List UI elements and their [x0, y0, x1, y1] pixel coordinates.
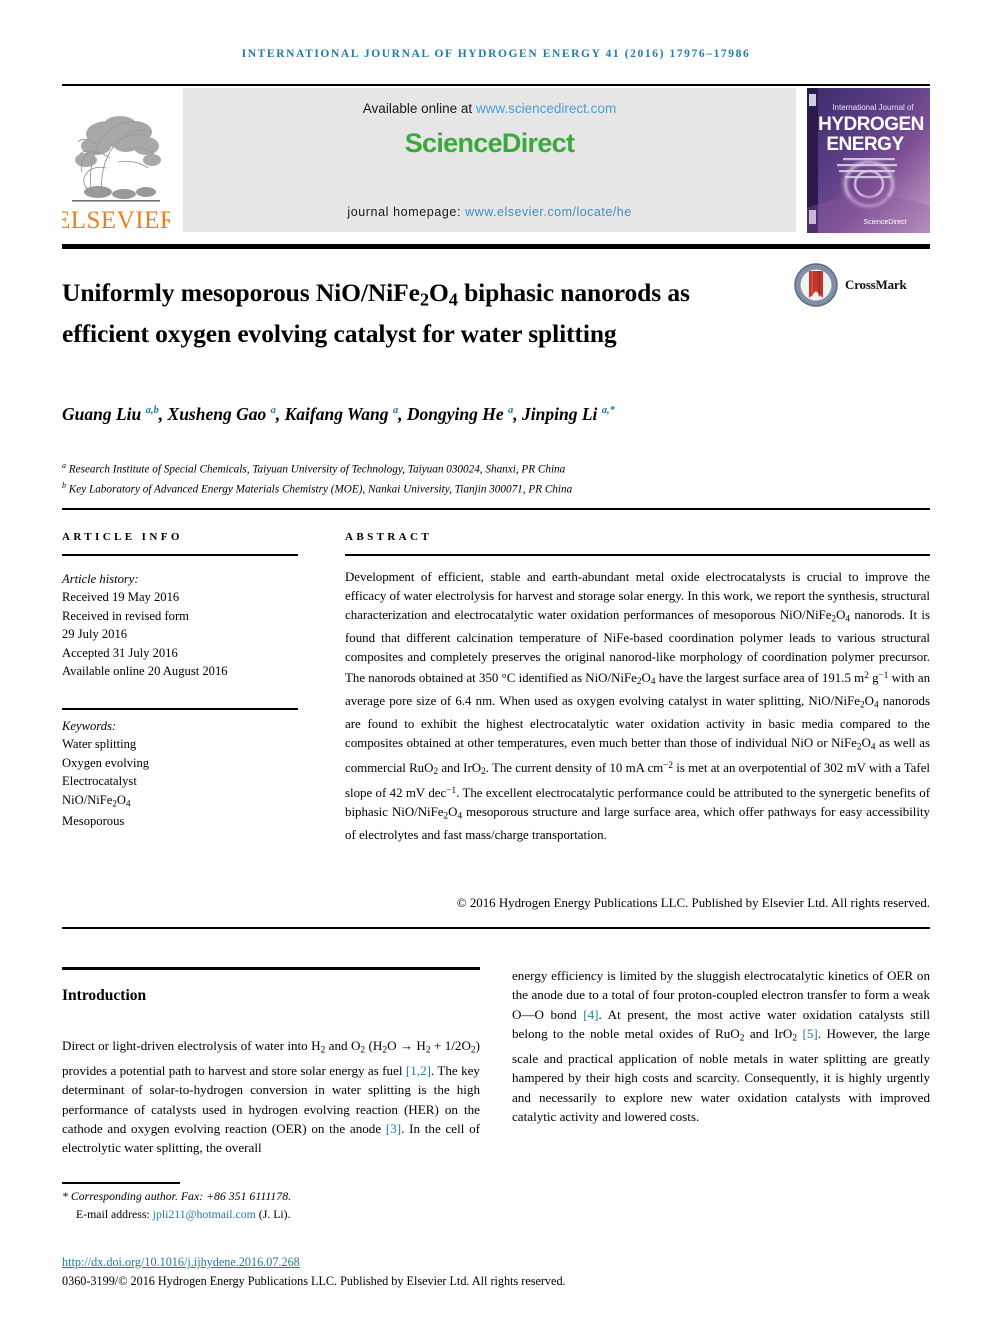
keywords-title: Keywords: — [62, 719, 117, 733]
journal-cover-thumbnail: International Journal of HYDROGEN ENERGY… — [807, 88, 930, 233]
history-item: Accepted 31 July 2016 — [62, 645, 178, 660]
keyword-item: Electrocatalyst — [62, 774, 137, 789]
author-list: Guang Liu a,b, Xusheng Gao a, Kaifang Wa… — [62, 403, 615, 424]
cover-line3: ENERGY — [826, 134, 904, 155]
cover-footer: ScienceDirect — [863, 219, 906, 226]
history-item: Received 19 May 2016 — [62, 590, 180, 605]
available-online-prefix: Available online at — [362, 101, 476, 116]
elsevier-logo: ELSEVIER — [62, 88, 170, 234]
keywords-list: Keywords: Water splitting Oxygen evolvin… — [62, 717, 312, 831]
corresponding-author-note: * Corresponding author. Fax: +86 351 611… — [62, 1189, 292, 1203]
affiliation-text: Key Laboratory of Advanced Energy Materi… — [68, 483, 573, 496]
email-suffix: (J. Li). — [255, 1206, 291, 1221]
sciencedirect-banner: Available online at www.sciencedirect.co… — [183, 88, 796, 232]
introduction-rule — [62, 967, 480, 970]
doi-link[interactable]: http://dx.doi.org/10.1016/j.ijhydene.201… — [62, 1255, 300, 1270]
masthead: ELSEVIER Available online at www.science… — [62, 86, 930, 234]
history-item: Received in revised form — [62, 608, 189, 623]
keywords-divider-rule — [62, 708, 298, 710]
keyword-item: Oxygen evolving — [62, 755, 150, 770]
affiliation-item: a Research Institute of Special Chemical… — [62, 458, 882, 478]
crossmark-icon — [794, 263, 838, 307]
footnote-block: * Corresponding author. Fax: +86 351 611… — [62, 1188, 622, 1223]
crossmark-label: CrossMark — [845, 277, 907, 292]
crossmark-badge[interactable]: CrossMark — [793, 259, 918, 311]
abstract-body: Development of efficient, stable and ear… — [345, 570, 931, 843]
email-note: E-mail address: jpli211@hotmail.com (J. … — [62, 1206, 622, 1224]
abstract-heading: ABSTRACT — [345, 531, 433, 543]
abstract-block-bottom-rule — [62, 927, 930, 929]
sciencedirect-link[interactable]: www.sciencedirect.com — [476, 101, 616, 116]
history-item: Available online 20 August 2016 — [62, 664, 228, 679]
abstract-block-top-rule — [62, 508, 930, 510]
article-info-rule — [62, 554, 298, 556]
article-info-heading: ARTICLE INFO — [62, 531, 183, 543]
keyword-item: Water splitting — [62, 737, 137, 752]
affiliation-marker: a — [62, 461, 66, 470]
cover-line2: HYDROGEN — [818, 114, 924, 135]
affiliation-text: Research Institute of Special Chemicals,… — [68, 463, 566, 476]
article-history: Article history: Received 19 May 2016 Re… — [62, 570, 312, 680]
journal-homepage-link[interactable]: www.elsevier.com/locate/he — [465, 205, 632, 219]
issn-copyright-line: 0360-3199/© 2016 Hydrogen Energy Publica… — [62, 1274, 566, 1288]
page-title: Uniformly mesoporous NiO/NiFe2O4 biphasi… — [62, 278, 690, 348]
journal-homepage-prefix: journal homepage: — [347, 205, 466, 219]
email-link[interactable]: jpli211@hotmail.com — [153, 1207, 256, 1221]
email-label: E-mail address: — [76, 1206, 153, 1221]
keyword-item: NiO/NiFe2O4 — [62, 792, 131, 808]
cover-line1: International Journal of — [832, 103, 914, 112]
available-online-line: Available online at www.sciencedirect.co… — [363, 101, 616, 116]
elsevier-wordmark: ELSEVIER — [62, 207, 170, 234]
masthead-bottom-rule — [62, 244, 930, 249]
affiliation-list: a Research Institute of Special Chemical… — [62, 458, 882, 498]
article-history-title: Article history: — [62, 572, 139, 586]
introduction-column-left: Direct or light-driven electrolysis of w… — [62, 1038, 481, 1156]
introduction-heading: Introduction — [62, 986, 147, 1004]
keyword-item: Mesoporous — [62, 814, 125, 829]
sciencedirect-wordmark: ScienceDirect — [404, 128, 575, 158]
footnote-rule — [62, 1182, 180, 1184]
history-item: 29 July 2016 — [62, 627, 128, 642]
paper-page: INTERNATIONAL JOURNAL OF HYDROGEN ENERGY… — [0, 0, 992, 1323]
journal-homepage-line: journal homepage: www.elsevier.com/locat… — [183, 205, 796, 219]
abstract-copyright: © 2016 Hydrogen Energy Publications LLC.… — [456, 896, 930, 910]
introduction-column-right: energy efficiency is limited by the slug… — [512, 968, 930, 1125]
abstract-rule — [345, 554, 930, 556]
running-head: INTERNATIONAL JOURNAL OF HYDROGEN ENERGY… — [241, 48, 751, 60]
affiliation-item: b Key Laboratory of Advanced Energy Mate… — [62, 478, 882, 498]
affiliation-marker: b — [62, 481, 66, 491]
